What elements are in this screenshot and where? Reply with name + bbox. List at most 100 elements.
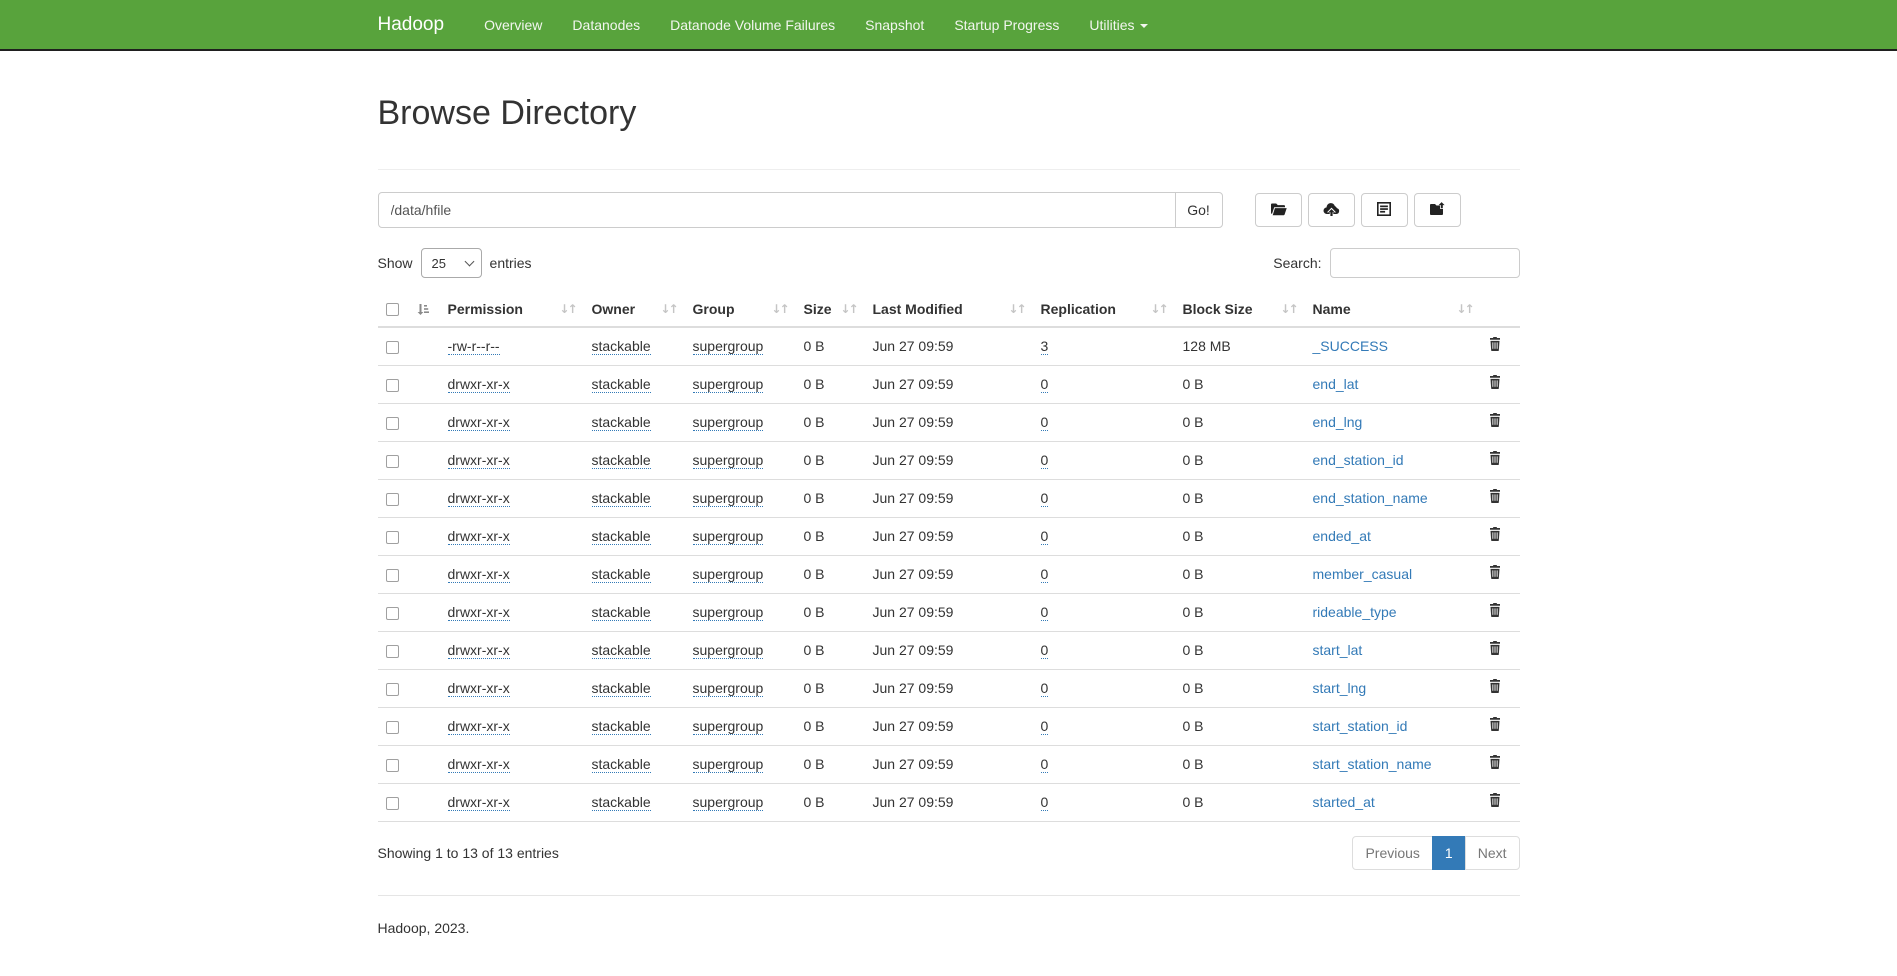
replication-editable[interactable]: 0 <box>1041 452 1049 469</box>
permission-editable[interactable]: drwxr-xr-x <box>448 718 510 735</box>
brand-hadoop[interactable]: Hadoop <box>378 14 445 36</box>
column-header-group[interactable]: Group↓↑ <box>685 292 796 327</box>
group-editable[interactable]: supergroup <box>693 680 764 697</box>
owner-editable[interactable]: stackable <box>592 756 651 773</box>
group-editable[interactable]: supergroup <box>693 452 764 469</box>
permission-editable[interactable]: drwxr-xr-x <box>448 794 510 811</box>
replication-editable[interactable]: 0 <box>1041 528 1049 545</box>
next-page-button[interactable]: Next <box>1465 836 1520 870</box>
row-checkbox[interactable] <box>386 417 399 430</box>
delete-trash-icon[interactable] <box>1489 641 1501 655</box>
column-header-name[interactable]: Name↓↑ <box>1305 292 1481 327</box>
row-checkbox[interactable] <box>386 455 399 468</box>
permission-editable[interactable]: drwxr-xr-x <box>448 376 510 393</box>
previous-page-button[interactable]: Previous <box>1352 836 1432 870</box>
delete-trash-icon[interactable] <box>1489 337 1501 351</box>
owner-editable[interactable]: stackable <box>592 566 651 583</box>
move-paste-button[interactable] <box>1414 193 1461 227</box>
nav-item-datanodes[interactable]: Datanodes <box>557 17 655 33</box>
row-checkbox[interactable] <box>386 569 399 582</box>
replication-editable[interactable]: 0 <box>1041 642 1049 659</box>
row-checkbox[interactable] <box>386 683 399 696</box>
file-link[interactable]: end_lng <box>1313 414 1363 430</box>
upload-files-button[interactable] <box>1308 193 1355 227</box>
directory-path-input[interactable] <box>378 192 1176 228</box>
owner-editable[interactable]: stackable <box>592 376 651 393</box>
owner-editable[interactable]: stackable <box>592 680 651 697</box>
permission-editable[interactable]: drwxr-xr-x <box>448 642 510 659</box>
owner-editable[interactable]: stackable <box>592 490 651 507</box>
owner-editable[interactable]: stackable <box>592 604 651 621</box>
tasks-button[interactable] <box>1361 193 1408 227</box>
owner-editable[interactable]: stackable <box>592 452 651 469</box>
column-header-permission[interactable]: Permission↓↑ <box>440 292 584 327</box>
file-link[interactable]: start_station_name <box>1313 756 1432 772</box>
page-size-select[interactable]: 25 <box>421 248 482 278</box>
permission-editable[interactable]: drwxr-xr-x <box>448 566 510 583</box>
permission-editable[interactable]: drwxr-xr-x <box>448 414 510 431</box>
file-link[interactable]: end_lat <box>1313 376 1359 392</box>
page-1-button[interactable]: 1 <box>1432 836 1466 870</box>
permission-editable[interactable]: drwxr-xr-x <box>448 604 510 621</box>
owner-editable[interactable]: stackable <box>592 414 651 431</box>
file-link[interactable]: start_lng <box>1313 680 1367 696</box>
delete-trash-icon[interactable] <box>1489 413 1501 427</box>
replication-editable[interactable]: 0 <box>1041 680 1049 697</box>
delete-trash-icon[interactable] <box>1489 679 1501 693</box>
replication-editable[interactable]: 0 <box>1041 604 1049 621</box>
group-editable[interactable]: supergroup <box>693 528 764 545</box>
column-header-last-modified[interactable]: Last Modified↓↑ <box>865 292 1033 327</box>
row-checkbox[interactable] <box>386 645 399 658</box>
select-all-header[interactable] <box>378 292 440 327</box>
row-checkbox[interactable] <box>386 531 399 544</box>
file-link[interactable]: end_station_name <box>1313 490 1428 506</box>
delete-trash-icon[interactable] <box>1489 565 1501 579</box>
permission-editable[interactable]: drwxr-xr-x <box>448 528 510 545</box>
group-editable[interactable]: supergroup <box>693 604 764 621</box>
create-directory-button[interactable] <box>1255 193 1302 227</box>
row-checkbox[interactable] <box>386 721 399 734</box>
column-header-size[interactable]: Size↓↑ <box>796 292 865 327</box>
permission-editable[interactable]: drwxr-xr-x <box>448 452 510 469</box>
delete-trash-icon[interactable] <box>1489 375 1501 389</box>
permission-editable[interactable]: drwxr-xr-x <box>448 756 510 773</box>
file-link[interactable]: ended_at <box>1313 528 1371 544</box>
row-checkbox[interactable] <box>386 607 399 620</box>
delete-trash-icon[interactable] <box>1489 793 1501 807</box>
go-button[interactable]: Go! <box>1175 192 1223 228</box>
delete-trash-icon[interactable] <box>1489 451 1501 465</box>
row-checkbox[interactable] <box>386 797 399 810</box>
permission-editable[interactable]: drwxr-xr-x <box>448 490 510 507</box>
group-editable[interactable]: supergroup <box>693 642 764 659</box>
group-editable[interactable]: supergroup <box>693 490 764 507</box>
row-checkbox[interactable] <box>386 341 399 354</box>
nav-item-overview[interactable]: Overview <box>469 17 557 33</box>
group-editable[interactable]: supergroup <box>693 566 764 583</box>
row-checkbox[interactable] <box>386 493 399 506</box>
file-link[interactable]: start_lat <box>1313 642 1363 658</box>
replication-editable[interactable]: 0 <box>1041 414 1049 431</box>
replication-editable[interactable]: 0 <box>1041 794 1049 811</box>
file-link[interactable]: member_casual <box>1313 566 1413 582</box>
group-editable[interactable]: supergroup <box>693 338 764 355</box>
row-checkbox[interactable] <box>386 379 399 392</box>
owner-editable[interactable]: stackable <box>592 528 651 545</box>
delete-trash-icon[interactable] <box>1489 489 1501 503</box>
column-header-replication[interactable]: Replication↓↑ <box>1033 292 1175 327</box>
permission-editable[interactable]: drwxr-xr-x <box>448 680 510 697</box>
nav-item-snapshot[interactable]: Snapshot <box>850 17 939 33</box>
file-link[interactable]: end_station_id <box>1313 452 1404 468</box>
replication-editable[interactable]: 0 <box>1041 718 1049 735</box>
owner-editable[interactable]: stackable <box>592 794 651 811</box>
file-link[interactable]: start_station_id <box>1313 718 1408 734</box>
owner-editable[interactable]: stackable <box>592 338 651 355</box>
replication-editable[interactable]: 0 <box>1041 490 1049 507</box>
permission-editable[interactable]: -rw-r--r-- <box>448 338 500 355</box>
group-editable[interactable]: supergroup <box>693 414 764 431</box>
file-link[interactable]: rideable_type <box>1313 604 1397 620</box>
delete-trash-icon[interactable] <box>1489 603 1501 617</box>
replication-editable[interactable]: 0 <box>1041 376 1049 393</box>
row-checkbox[interactable] <box>386 759 399 772</box>
file-link[interactable]: started_at <box>1313 794 1375 810</box>
delete-trash-icon[interactable] <box>1489 755 1501 769</box>
